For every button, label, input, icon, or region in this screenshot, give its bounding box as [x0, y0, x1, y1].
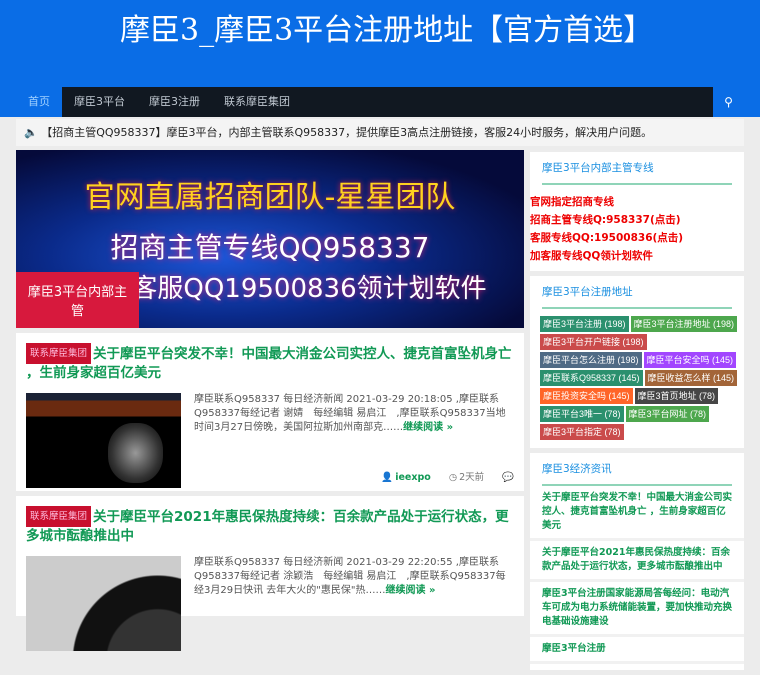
- banner-caption[interactable]: 摩臣3平台内部主管: [16, 272, 139, 328]
- widget-title: 摩臣3经济资讯: [542, 461, 732, 486]
- tag-cloud-widget: 摩臣3平台注册地址 摩臣3平台注册 (198) 摩臣3平台注册地址 (198) 摩臣…: [530, 276, 744, 448]
- tag-link[interactable]: 摩臣平台安全吗 (145): [643, 352, 737, 368]
- widget-title: 摩臣3平台内部主管专线: [542, 160, 732, 185]
- tag-link[interactable]: 摩臣3首页地址 (78): [634, 388, 719, 404]
- post-card: 联系摩臣集团 关于摩臣平台突发不幸！中国最大消金公司实控人、捷克首富坠机身亡 ，生…: [16, 333, 524, 491]
- nav-contact[interactable]: 联系摩臣集团: [212, 87, 302, 117]
- search-icon[interactable]: ⚲: [713, 87, 744, 117]
- nav-bar: 首页 摩臣3平台 摩臣3注册 联系摩臣集团 ⚲: [0, 87, 760, 117]
- comment-icon[interactable]: 💬: [502, 472, 514, 483]
- tag-link[interactable]: 摩臣收益怎么样 (145): [644, 370, 738, 386]
- contact-widget: 摩臣3平台内部主管专线 官网指定招商专线 招商主管专线Q:958337(点击) …: [530, 152, 744, 271]
- post-thumbnail[interactable]: [26, 393, 181, 488]
- contact-line[interactable]: 加客服专线QQ领计划软件: [530, 247, 744, 265]
- post-excerpt: 摩臣联系Q958337 每日经济新闻 2021-03-29 22:20:55 ,…: [194, 557, 506, 596]
- clock-icon: ◷: [448, 472, 458, 483]
- banner-slide[interactable]: 官网直属招商团队-星星团队 招商主管专线QQ958337 加专属客服QQ1950…: [16, 150, 524, 328]
- read-more-link[interactable]: 继续阅读 »: [385, 585, 435, 596]
- tag-link[interactable]: 摩臣联系Q958337 (145): [540, 370, 643, 386]
- contact-line[interactable]: 官网指定招商专线: [530, 193, 744, 211]
- tag-link[interactable]: 摩臣3平台注册 (198): [540, 316, 629, 332]
- site-header: 摩臣3_摩臣3平台注册地址【官方首选】: [0, 0, 760, 87]
- post-excerpt: 摩臣联系Q958337 每日经济新闻 2021-03-29 20:18:05 ,…: [194, 394, 506, 433]
- news-widget: 摩臣3经济资讯 关于摩臣平台突发不幸！中国最大消金公司实控人、捷克首富坠机身亡 …: [530, 453, 744, 670]
- nav-register[interactable]: 摩臣3注册: [137, 87, 212, 117]
- news-link[interactable]: 关于摩臣平台突发不幸！中国最大消金公司实控人、捷克首富坠机身亡 ，生前身家超百亿…: [530, 486, 744, 541]
- read-more-link[interactable]: 继续阅读 »: [403, 422, 453, 433]
- post-time: 2天前: [459, 472, 485, 483]
- post-title[interactable]: 关于摩臣平台2021年惠民保热度持续：百余款产品处于运行状态，更多城市酝酿推出中: [26, 509, 509, 544]
- news-link[interactable]: 摩臣3平台注册: [530, 637, 744, 664]
- tag-link[interactable]: 摩臣3平台网址 (78): [625, 406, 710, 422]
- tag-link[interactable]: 摩臣投资安全吗 (145): [540, 388, 633, 404]
- contact-line[interactable]: 客服专线QQ:19500836(点击): [530, 229, 744, 247]
- banner-line-1: 官网直属招商团队-星星团队: [84, 180, 456, 215]
- tag-link[interactable]: 摩臣平台3唯一 (78): [540, 406, 624, 422]
- site-title[interactable]: 摩臣3_摩臣3平台注册地址【官方首选】: [120, 14, 653, 48]
- tag-link[interactable]: 摩臣3平台指定 (78): [540, 424, 624, 440]
- tag-link[interactable]: 摩臣平台怎么注册 (198): [540, 352, 642, 368]
- post-title[interactable]: 关于摩臣平台突发不幸！中国最大消金公司实控人、捷克首富坠机身亡 ，生前身家超百亿…: [26, 346, 512, 381]
- banner-line-2: 招商主管专线QQ958337: [110, 231, 430, 264]
- notice-bar: 🔈 【招商主管QQ958337】摩臣3平台，内部主管联系Q958337，提供摩臣…: [16, 119, 744, 146]
- tag-link[interactable]: 摩臣3平台注册地址 (198): [630, 316, 738, 332]
- category-tag[interactable]: 联系摩臣集团: [26, 506, 92, 527]
- nav-home[interactable]: 首页: [16, 87, 62, 117]
- news-link[interactable]: 摩臣3平台注册国家能源局答每经问：电动汽车可成为电力系统储能装置，要加快推动充换…: [530, 582, 744, 637]
- speaker-icon: 🔈: [24, 126, 38, 139]
- post-thumbnail[interactable]: [26, 556, 181, 651]
- user-icon: 👤: [381, 472, 394, 483]
- category-tag[interactable]: 联系摩臣集团: [26, 343, 92, 364]
- post-author[interactable]: ieexpo: [395, 472, 431, 483]
- nav-platform[interactable]: 摩臣3平台: [62, 87, 137, 117]
- notice-text: 【招商主管QQ958337】摩臣3平台，内部主管联系Q958337，提供摩臣3高…: [41, 126, 653, 139]
- widget-title: 摩臣3平台注册地址: [542, 284, 732, 309]
- post-card: 联系摩臣集团 关于摩臣平台2021年惠民保热度持续：百余款产品处于运行状态，更多城…: [16, 496, 524, 651]
- contact-line[interactable]: 招商主管专线Q:958337(点击): [530, 211, 744, 229]
- news-link[interactable]: 关于摩臣平台2021年惠民保热度持续：百余款产品处于运行状态，更多城市酝酿推出中: [530, 541, 744, 582]
- tag-link[interactable]: 摩臣3平台开户链接 (198): [540, 334, 647, 350]
